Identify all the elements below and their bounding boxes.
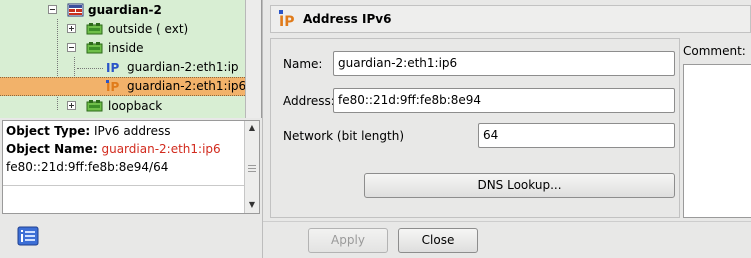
firewall-icon [67, 3, 84, 17]
comment-textarea[interactable] [683, 64, 751, 218]
tree-item-label: loopback [108, 99, 163, 113]
tree-item-label: outside ( ext) [108, 22, 189, 36]
scroll-grip [248, 165, 256, 166]
collapse-toggle-icon[interactable] [67, 43, 76, 52]
name-input[interactable]: guardian-2:eth1:ip6 [333, 51, 675, 76]
ip-address-icon: IP [106, 61, 119, 74]
info-separator [3, 185, 246, 186]
info-scrollbar[interactable]: ▲ ▼ [244, 121, 259, 213]
object-tree: guardian-2 outside ( ext) inside IP guar… [0, 0, 262, 118]
tree-scrollbar[interactable] [245, 0, 261, 118]
collapse-toggle-icon[interactable] [48, 5, 57, 14]
scroll-grip [248, 171, 256, 172]
object-type-value: IPv6 address [94, 124, 171, 138]
expand-toggle-icon[interactable] [67, 24, 76, 33]
object-type-line: Object Type: IPv6 address [6, 124, 171, 138]
object-name-label: Object Name: [6, 142, 98, 156]
object-address-line: fe80::21d:9ff:fe8b:8e94/64 [6, 160, 169, 174]
tree-item-label: inside [108, 41, 144, 55]
editor-header: IP Address IPv6 [270, 5, 751, 33]
network-bit-length-input[interactable]: 64 [478, 123, 675, 148]
tree-item-label: guardian-2 [88, 3, 162, 17]
pane-divider[interactable] [262, 0, 263, 258]
interface-icon [86, 100, 103, 112]
bottom-separator [263, 221, 751, 222]
interface-icon [86, 42, 103, 54]
tree-item-eth1-ip[interactable]: IP guardian-2:eth1:ip [0, 58, 245, 77]
address-form: Name: guardian-2:eth1:ip6 Address: fe80:… [270, 38, 680, 218]
scroll-up-icon[interactable]: ▲ [245, 121, 259, 135]
svg-text:IP: IP [106, 61, 119, 74]
ipv6-address-icon: IP [106, 80, 119, 93]
object-type-label: Object Type: [6, 124, 91, 138]
tree-item-inside[interactable]: inside [0, 39, 245, 58]
object-name-value: guardian-2:eth1:ip6 [101, 142, 221, 156]
object-name-line: Object Name: guardian-2:eth1:ip6 [6, 142, 221, 156]
name-label: Name: [283, 57, 323, 71]
apply-button[interactable]: Apply [308, 228, 388, 253]
tree-item-eth1-ip6[interactable]: IP guardian-2:eth1:ip6 [0, 77, 247, 96]
info-icon[interactable] [17, 226, 39, 246]
tree-item-loopback[interactable]: loopback [0, 97, 245, 116]
address-input[interactable]: fe80::21d:9ff:fe8b:8e94 [333, 88, 675, 113]
network-label: Network (bit length) [283, 129, 405, 143]
scroll-grip [248, 168, 256, 169]
tree-item-outside[interactable]: outside ( ext) [0, 20, 245, 39]
svg-text:IP: IP [279, 14, 294, 28]
tree-item-guardian-2[interactable]: guardian-2 [0, 1, 245, 20]
expand-toggle-icon[interactable] [67, 101, 76, 110]
interface-icon [86, 23, 103, 35]
editor-title: Address IPv6 [303, 12, 392, 26]
close-button[interactable]: Close [398, 228, 478, 253]
scroll-down-icon[interactable]: ▼ [245, 198, 259, 212]
comment-label: Comment: [683, 44, 746, 58]
address-label: Address: [283, 94, 335, 108]
tree-item-label: guardian-2:eth1:ip [127, 60, 239, 74]
ipv6-icon: IP [279, 10, 294, 28]
object-info-panel: Object Type: IPv6 address Object Name: g… [2, 120, 260, 214]
dns-lookup-button[interactable]: DNS Lookup... [364, 173, 675, 198]
tree-item-label: guardian-2:eth1:ip6 [127, 79, 247, 93]
